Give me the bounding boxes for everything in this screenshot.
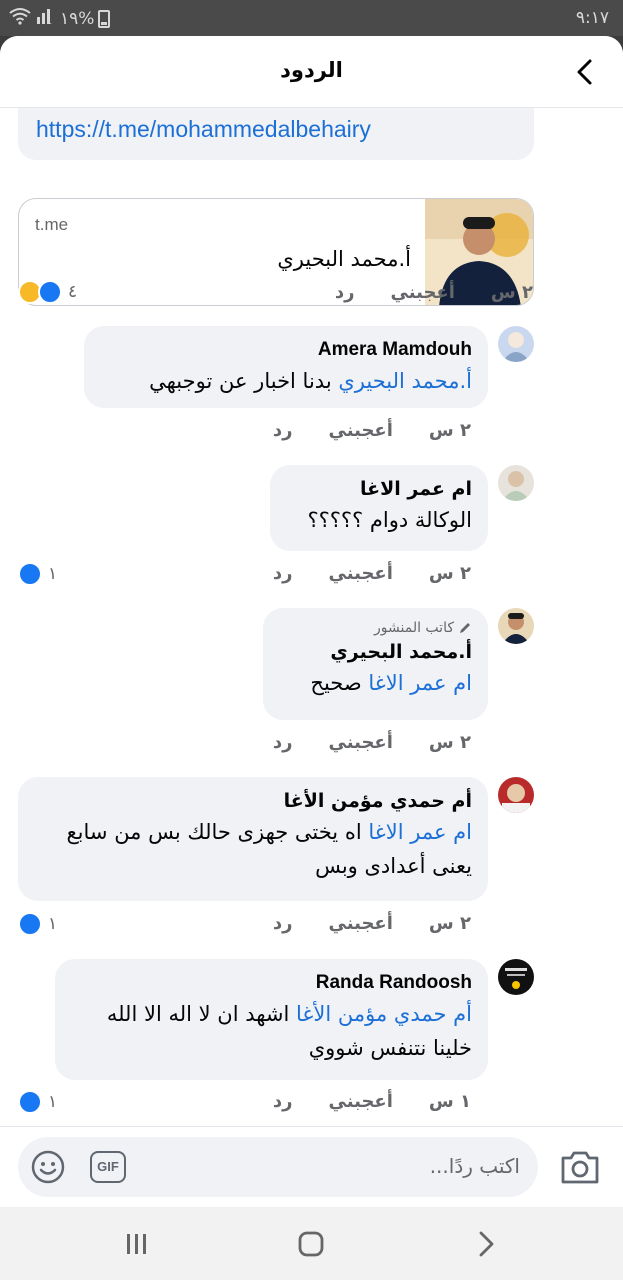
like-button[interactable]: أعجبني (329, 563, 393, 584)
avatar[interactable] (498, 777, 534, 813)
pencil-icon (460, 623, 470, 633)
status-bar: ٩:١٧ %١٩ . (0, 0, 623, 36)
emoji-icon[interactable] (30, 1149, 66, 1185)
link-comment-actions: ٢ س أعجبني رد (335, 282, 533, 303)
reaction-summary[interactable]: ١ (18, 912, 57, 936)
battery-level: %١٩ (60, 8, 95, 29)
comment-bubble: Amera Mamdouh أ.محمد البحيري بدنا اخبار … (84, 326, 488, 408)
reaction-count: ٤ (68, 282, 78, 302)
comment-time: ٢ س (428, 420, 471, 441)
like-button[interactable]: أعجبني (329, 420, 393, 441)
reply-button[interactable]: رد (273, 913, 293, 934)
reaction-summary[interactable]: ٤ (18, 280, 77, 304)
comment-time: ٢ س (428, 913, 471, 934)
comment-text: ام عمر الاغا اه يختى جهزى حالك بس من ساب… (34, 815, 473, 883)
comment-time: ٢ س (428, 563, 471, 584)
reaction-summary[interactable]: ١ (18, 1090, 57, 1114)
comment-time: ٢ س (490, 282, 533, 303)
mention-link[interactable]: ام عمر الاغا (368, 671, 472, 695)
comment-text: ام عمر الاغا صحيح (279, 666, 472, 700)
reply-input[interactable]: اكتب ردًا... GIF (18, 1137, 538, 1197)
clock: ٩:١٧ (575, 8, 609, 28)
comment-time: ١ س (428, 1091, 471, 1112)
commenter-name[interactable]: ام عمر الاغا (286, 475, 472, 503)
comment-actions: ٢ س أعجبني رد (273, 913, 471, 934)
battery-icon (98, 9, 111, 28)
like-reaction-icon (18, 562, 42, 586)
avatar[interactable] (498, 608, 534, 644)
svg-text:.: . (49, 17, 52, 25)
home-button[interactable] (296, 1229, 326, 1259)
chevron-left-icon (577, 59, 592, 85)
wifi-icon (8, 7, 32, 30)
reply-composer: اكتب ردًا... GIF (0, 1126, 623, 1207)
comment-actions: ٢ س أعجبني رد (273, 732, 471, 753)
comment-bubble: Randa Randoosh أم حمدي مؤمن الأغا اشهد ا… (55, 959, 488, 1080)
comment-actions: ١ س أعجبني رد (273, 1091, 471, 1112)
avatar[interactable] (498, 959, 534, 995)
comment-body: صحيح (310, 671, 362, 695)
reaction-count: ١ (48, 1092, 58, 1112)
recent-apps-button[interactable] (122, 1229, 152, 1259)
back-button[interactable] (567, 54, 603, 90)
header: الردود (0, 36, 623, 108)
like-button[interactable]: أعجبني (391, 282, 455, 303)
commenter-name[interactable]: أ.محمد البحيري (279, 638, 472, 666)
reply-button[interactable]: رد (273, 563, 293, 584)
reaction-summary[interactable]: ١ (18, 562, 57, 586)
comment-body: بدنا اخبار عن توجبهي (149, 369, 332, 393)
reaction-count: ١ (48, 914, 58, 934)
comment-text: أ.محمد البحيري بدنا اخبار عن توجبهي (100, 364, 472, 398)
commenter-name[interactable]: أم حمدي مؤمن الأغا (34, 787, 472, 815)
replies-sheet: الردود https://t.me/mohammedalbehairy t.… (0, 36, 623, 1207)
comment-bubble: ام عمر الاغا الوكالة دوام ؟؟؟؟؟ (270, 465, 488, 551)
commenter-name[interactable]: Randa Randoosh (71, 969, 472, 997)
reply-button[interactable]: رد (273, 420, 293, 441)
comment-bubble: كاتب المنشور أ.محمد البحيري ام عمر الاغا… (263, 608, 488, 720)
like-button[interactable]: أعجبني (329, 1091, 393, 1112)
gif-button[interactable]: GIF (90, 1151, 126, 1183)
reply-placeholder: اكتب ردًا... (429, 1154, 520, 1178)
like-button[interactable]: أعجبني (329, 913, 393, 934)
commenter-name[interactable]: Amera Mamdouh (100, 336, 472, 364)
link-domain: t.me (35, 215, 69, 234)
reply-button[interactable]: رد (273, 1091, 293, 1112)
comment-actions: ٢ س أعجبني رد (273, 420, 471, 441)
avatar[interactable] (498, 326, 534, 362)
comment-bubble: أم حمدي مؤمن الأغا ام عمر الاغا اه يختى … (18, 777, 488, 901)
avatar[interactable] (498, 465, 534, 501)
mention-link[interactable]: أم حمدي مؤمن الأغا (296, 1002, 472, 1026)
mention-link[interactable]: أ.محمد البحيري (338, 369, 472, 393)
system-icons: %١٩ . (8, 7, 111, 30)
like-button[interactable]: أعجبني (329, 732, 393, 753)
author-badge: كاتب المنشور (279, 618, 472, 638)
author-badge-label: كاتب المنشور (374, 620, 454, 636)
comment-time: ٢ س (428, 732, 471, 753)
like-reaction-icon (18, 912, 42, 936)
mention-link[interactable]: ام عمر الاغا (368, 820, 472, 844)
link-title: أ.محمد البحيري (277, 247, 411, 271)
reply-button[interactable]: رد (273, 732, 293, 753)
reply-button[interactable]: رد (335, 282, 355, 303)
system-nav-bar (0, 1207, 623, 1280)
back-nav-button[interactable] (470, 1229, 500, 1259)
signal-icon: . (36, 7, 56, 30)
page-title: الردود (280, 58, 343, 82)
camera-icon[interactable] (558, 1147, 602, 1187)
comment-actions: ٢ س أعجبني رد (273, 563, 471, 584)
comment-text: أم حمدي مؤمن الأغا اشهد ان لا اله الا ال… (71, 997, 472, 1065)
reaction-count: ١ (48, 564, 58, 584)
link-url[interactable]: https://t.me/mohammedalbehairy (36, 116, 371, 143)
comment-text: الوكالة دوام ؟؟؟؟؟ (307, 508, 472, 532)
like-reaction-icon (18, 1090, 42, 1114)
like-reaction-icon (38, 280, 62, 304)
